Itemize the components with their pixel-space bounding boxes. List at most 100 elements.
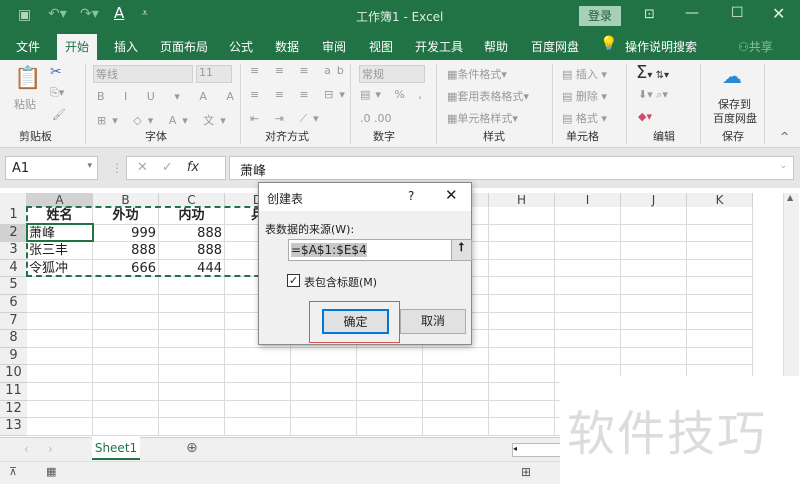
name-box[interactable]: A1 ▾ [5, 156, 98, 180]
select-all-button[interactable] [0, 193, 27, 207]
cell-j8[interactable] [621, 330, 687, 348]
insert-function-button[interactable]: fx [187, 160, 199, 175]
cell-k9[interactable] [687, 347, 753, 366]
cell-g12[interactable] [423, 400, 489, 419]
cell-e11[interactable] [291, 383, 357, 401]
cell-c8[interactable] [159, 330, 225, 348]
cell-c9[interactable] [159, 347, 225, 366]
cell-h6[interactable] [489, 295, 555, 313]
format-painter-icon[interactable]: 🖌 [52, 108, 66, 121]
cell-a13[interactable] [27, 418, 93, 436]
tab-developer[interactable]: 开发工具 [415, 38, 463, 55]
cell-a11[interactable] [27, 383, 93, 401]
horizontal-align-buttons[interactable]: ≡ ≡ ≡ ⊟▾ [250, 88, 351, 101]
row-header-12[interactable]: 12 [0, 400, 27, 419]
cell-a6[interactable] [27, 295, 93, 313]
cell-j1[interactable] [621, 207, 687, 225]
cell-h2[interactable] [489, 224, 555, 243]
cell-h10[interactable] [489, 365, 555, 383]
row-header-2[interactable]: 2 [0, 224, 27, 243]
ok-button[interactable]: 确定 [322, 309, 389, 334]
cell-f13[interactable] [357, 418, 423, 436]
cell-b5[interactable] [93, 277, 159, 295]
cell-k4[interactable] [687, 259, 753, 278]
cell-f12[interactable] [357, 400, 423, 419]
login-button[interactable]: 登录 [579, 6, 621, 26]
tab-insert[interactable]: 插入 [114, 38, 138, 55]
row-header-5[interactable]: 5 [0, 277, 27, 295]
undo-icon[interactable]: ↶▾ [48, 6, 67, 22]
cancel-button[interactable]: 取消 [400, 309, 466, 334]
column-header-j[interactable]: J [621, 193, 687, 207]
formula-bar-grip[interactable]: ⋮ [111, 161, 123, 175]
cell-c11[interactable] [159, 383, 225, 401]
tab-view[interactable]: 视图 [369, 38, 393, 55]
paste-icon[interactable]: 📋 [14, 66, 41, 91]
horizontal-scrollbar[interactable]: ◂ [512, 443, 562, 457]
cell-h1[interactable] [489, 207, 555, 225]
cell-c13[interactable] [159, 418, 225, 436]
cell-k2[interactable] [687, 224, 753, 243]
delete-cells-button[interactable]: ▤ 删除 ▾ [562, 88, 607, 104]
tab-page-layout[interactable]: 页面布局 [160, 38, 208, 55]
cell-d12[interactable] [225, 400, 291, 419]
tab-review[interactable]: 审阅 [322, 38, 346, 55]
cell-j2[interactable] [621, 224, 687, 243]
row-header-8[interactable]: 8 [0, 330, 27, 348]
cell-d9[interactable] [225, 347, 291, 366]
cell-i7[interactable] [555, 312, 621, 331]
row-header-7[interactable]: 7 [0, 312, 27, 331]
cell-a12[interactable] [27, 400, 93, 419]
new-sheet-icon[interactable]: ⊕ [186, 440, 198, 456]
font-name-select[interactable]: 等线 [93, 65, 193, 83]
font-size-select[interactable]: 11 [196, 65, 232, 83]
cell-i2[interactable] [555, 224, 621, 243]
accessibility-icon[interactable]: ⊼ [9, 465, 17, 478]
cell-e9[interactable] [291, 347, 357, 366]
cell-j7[interactable] [621, 312, 687, 331]
collapse-ribbon-icon[interactable]: ^ [780, 130, 789, 143]
cell-i3[interactable] [555, 242, 621, 260]
border-fill-fontcolor-buttons[interactable]: ⊞▾ ◇▾ A▾ 文▾ [97, 112, 232, 128]
cell-h13[interactable] [489, 418, 555, 436]
cell-a10[interactable] [27, 365, 93, 383]
cell-b12[interactable] [93, 400, 159, 419]
cell-c12[interactable] [159, 400, 225, 419]
cell-j3[interactable] [621, 242, 687, 260]
cell-b10[interactable] [93, 365, 159, 383]
column-header-k[interactable]: K [687, 193, 753, 207]
row-header-4[interactable]: 4 [0, 259, 27, 278]
cell-g11[interactable] [423, 383, 489, 401]
cell-a9[interactable] [27, 347, 93, 366]
customize-qat-icon[interactable]: ⩡ [142, 8, 148, 19]
baidu-label[interactable]: 百度网盘 [713, 110, 757, 126]
cell-f10[interactable] [357, 365, 423, 383]
tab-file[interactable]: 文件 [16, 38, 40, 55]
range-input[interactable]: =$A$1:$E$4 ⭡ [288, 239, 472, 261]
cell-g13[interactable] [423, 418, 489, 436]
decimal-buttons[interactable]: .0 .00 [360, 112, 392, 125]
cell-d10[interactable] [225, 365, 291, 383]
number-format-select[interactable]: 常规 [359, 65, 425, 83]
cell-h11[interactable] [489, 383, 555, 401]
ribbon-display-icon[interactable]: ⊡ [644, 7, 655, 22]
cell-h4[interactable] [489, 259, 555, 278]
cell-k8[interactable] [687, 330, 753, 348]
cell-b9[interactable] [93, 347, 159, 366]
row-header-3[interactable]: 3 [0, 242, 27, 260]
cut-icon[interactable]: ✂ [50, 64, 62, 80]
row-header-1[interactable]: 1 [0, 207, 27, 225]
cell-e10[interactable] [291, 365, 357, 383]
format-as-table-button[interactable]: ▦套用表格格式▾ [447, 88, 529, 104]
cell-i8[interactable] [555, 330, 621, 348]
cell-c10[interactable] [159, 365, 225, 383]
tab-help[interactable]: 帮助 [484, 38, 508, 55]
cell-h9[interactable] [489, 347, 555, 366]
save-icon[interactable]: ▣ [18, 7, 31, 23]
cell-a8[interactable] [27, 330, 93, 348]
cell-b6[interactable] [93, 295, 159, 313]
minimize-icon[interactable]: — [685, 5, 699, 21]
cell-a7[interactable] [27, 312, 93, 331]
currency-percent-buttons[interactable]: ▤▾ % , [360, 88, 427, 101]
tab-home[interactable]: 开始 [57, 34, 98, 60]
